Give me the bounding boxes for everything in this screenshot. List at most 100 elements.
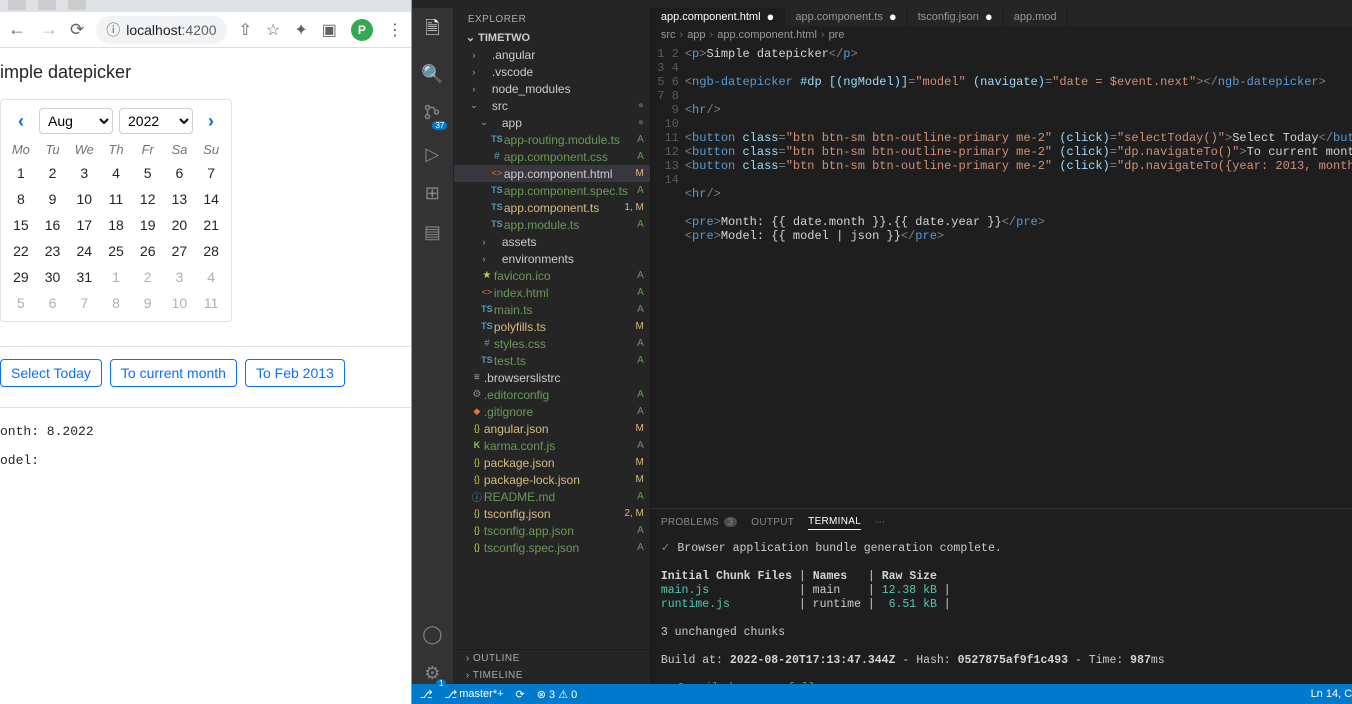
- day-cell[interactable]: 11: [100, 191, 132, 207]
- day-cell[interactable]: 25: [100, 243, 132, 259]
- day-cell[interactable]: 5: [132, 165, 164, 181]
- reload-button[interactable]: ⟳: [70, 20, 84, 40]
- tree-item[interactable]: ›.angular: [454, 46, 650, 63]
- tree-item[interactable]: app.component.htmlM: [454, 165, 650, 182]
- day-cell[interactable]: 30: [37, 269, 69, 285]
- problems-status[interactable]: ⊗ 3 ⚠ 0: [537, 688, 577, 701]
- accounts-icon[interactable]: ◯: [422, 624, 442, 645]
- tree-item[interactable]: karma.conf.jsA: [454, 437, 650, 454]
- month-select[interactable]: Aug: [39, 108, 113, 134]
- day-cell[interactable]: 19: [132, 217, 164, 233]
- tree-item[interactable]: package.jsonM: [454, 454, 650, 471]
- tree-item[interactable]: README.mdA: [454, 488, 650, 505]
- year-select[interactable]: 2022: [119, 108, 193, 134]
- tree-item[interactable]: tsconfig.spec.jsonA: [454, 539, 650, 556]
- git-branch[interactable]: ⎇ master*+: [445, 688, 504, 701]
- remote-explorer-icon[interactable]: ▤: [424, 222, 441, 243]
- day-cell[interactable]: 20: [164, 217, 196, 233]
- tree-item[interactable]: index.htmlA: [454, 284, 650, 301]
- day-cell[interactable]: 1: [5, 165, 37, 181]
- day-cell[interactable]: 9: [37, 191, 69, 207]
- day-cell[interactable]: 7: [195, 165, 227, 181]
- prev-month-button[interactable]: ‹: [9, 109, 33, 133]
- day-cell[interactable]: 10: [68, 191, 100, 207]
- tree-item[interactable]: ⌄src●: [454, 97, 650, 114]
- search-icon[interactable]: 🔍: [421, 64, 443, 85]
- to-current-month-button[interactable]: To current month: [110, 359, 237, 387]
- omnibox[interactable]: ⓘ localhost:4200: [96, 16, 226, 44]
- timeline-section[interactable]: Timeline: [454, 667, 650, 684]
- day-cell[interactable]: 13: [164, 191, 196, 207]
- day-cell[interactable]: 8: [5, 191, 37, 207]
- to-feb-2013-button[interactable]: To Feb 2013: [245, 359, 345, 387]
- day-cell[interactable]: 21: [195, 217, 227, 233]
- day-cell[interactable]: 12: [132, 191, 164, 207]
- tree-item[interactable]: angular.jsonM: [454, 420, 650, 437]
- day-cell[interactable]: 16: [37, 217, 69, 233]
- editor-tab[interactable]: app.mod: [1004, 8, 1068, 26]
- site-info-icon[interactable]: ⓘ: [106, 20, 120, 40]
- manage-icon[interactable]: ⚙1: [424, 663, 440, 684]
- tree-item[interactable]: ›.vscode: [454, 63, 650, 80]
- extensions-icon[interactable]: ✦: [294, 20, 307, 40]
- day-cell[interactable]: 18: [100, 217, 132, 233]
- day-cell[interactable]: 22: [5, 243, 37, 259]
- tree-item[interactable]: app.module.tsA: [454, 216, 650, 233]
- remote-indicator[interactable]: ⎇: [420, 688, 433, 701]
- code-editor[interactable]: <p>Simple datepicker</p> <ngb-datepicker…: [685, 44, 1352, 508]
- tree-item[interactable]: .browserslistrc: [454, 369, 650, 386]
- editor-tab[interactable]: tsconfig.json●: [908, 8, 1004, 26]
- day-cell[interactable]: 17: [68, 217, 100, 233]
- sidepanel-icon[interactable]: ▣: [322, 20, 337, 40]
- back-button[interactable]: ←: [8, 19, 26, 40]
- output-tab[interactable]: OUTPUT: [751, 517, 794, 528]
- editor-tab[interactable]: app.component.ts●: [785, 8, 907, 26]
- day-cell[interactable]: 2: [37, 165, 69, 181]
- bookmark-icon[interactable]: ☆: [266, 20, 280, 40]
- tree-item[interactable]: .editorconfigA: [454, 386, 650, 403]
- day-cell[interactable]: 23: [37, 243, 69, 259]
- git-sync[interactable]: ⟳: [516, 688, 525, 701]
- next-month-button[interactable]: ›: [199, 109, 223, 133]
- day-cell[interactable]: 26: [132, 243, 164, 259]
- day-cell[interactable]: 31: [68, 269, 100, 285]
- chrome-menu-icon[interactable]: ⋮: [387, 20, 403, 40]
- day-cell[interactable]: 6: [164, 165, 196, 181]
- cursor-position[interactable]: Ln 14, Col 37: [1311, 688, 1352, 700]
- tree-item[interactable]: ›environments: [454, 250, 650, 267]
- explorer-icon[interactable]: 🗎: [425, 16, 439, 46]
- tree-item[interactable]: app.component.spec.tsA: [454, 182, 650, 199]
- share-icon[interactable]: ⇧: [239, 20, 252, 40]
- browser-tab[interactable]: [38, 0, 56, 10]
- terminal-output[interactable]: ✓ Browser application bundle generation …: [651, 536, 1352, 684]
- run-debug-icon[interactable]: ▷: [425, 144, 439, 165]
- tree-item[interactable]: polyfills.tsM: [454, 318, 650, 335]
- tree-item[interactable]: main.tsA: [454, 301, 650, 318]
- tree-item[interactable]: ›assets: [454, 233, 650, 250]
- tree-item[interactable]: app.component.cssA: [454, 148, 650, 165]
- tree-item[interactable]: tsconfig.json2, M: [454, 505, 650, 522]
- outline-section[interactable]: Outline: [454, 650, 650, 667]
- tree-item[interactable]: ›node_modules: [454, 80, 650, 97]
- terminal-tab[interactable]: TERMINAL: [808, 516, 861, 530]
- tree-item[interactable]: ⌄app●: [454, 114, 650, 131]
- day-cell[interactable]: 27: [164, 243, 196, 259]
- day-cell[interactable]: 29: [5, 269, 37, 285]
- browser-tab[interactable]: [8, 0, 26, 10]
- day-cell[interactable]: 15: [5, 217, 37, 233]
- profile-avatar[interactable]: P: [351, 19, 373, 41]
- project-name[interactable]: ⌄ TIMETWO: [454, 29, 650, 46]
- day-cell[interactable]: 3: [68, 165, 100, 181]
- day-cell[interactable]: 4: [100, 165, 132, 181]
- extensions-icon[interactable]: ⊞: [425, 183, 440, 204]
- tree-item[interactable]: favicon.icoA: [454, 267, 650, 284]
- problems-tab[interactable]: PROBLEMS 3: [661, 517, 737, 528]
- tree-item[interactable]: tsconfig.app.jsonA: [454, 522, 650, 539]
- editor-tab[interactable]: app.component.html●: [651, 8, 786, 26]
- tree-item[interactable]: package-lock.jsonM: [454, 471, 650, 488]
- select-today-button[interactable]: Select Today: [0, 359, 102, 387]
- browser-tab[interactable]: [68, 0, 86, 10]
- tree-item[interactable]: app.component.ts1, M: [454, 199, 650, 216]
- day-cell[interactable]: 28: [195, 243, 227, 259]
- panel-more-icon[interactable]: ⋯: [875, 517, 885, 528]
